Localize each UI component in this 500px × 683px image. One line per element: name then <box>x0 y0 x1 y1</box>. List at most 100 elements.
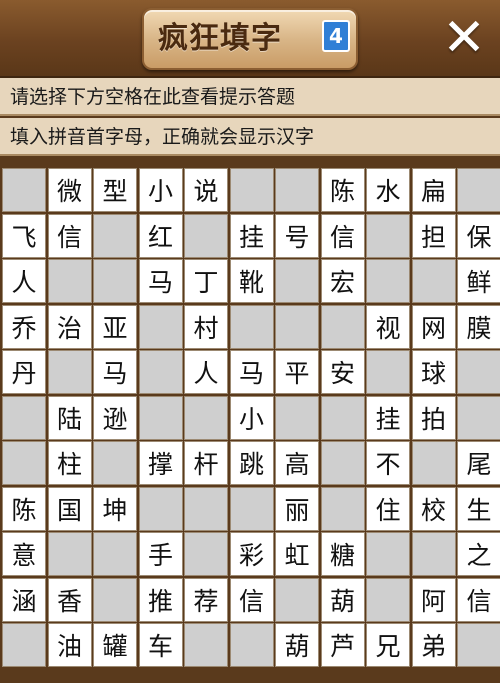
grid-cell-filled[interactable]: 视 <box>366 304 410 349</box>
grid-cell-blank[interactable] <box>47 532 92 576</box>
grid-cell-filled[interactable]: 微 <box>47 168 92 212</box>
grid-cell-filled[interactable]: 校 <box>411 486 456 531</box>
grid-cell-blank[interactable] <box>411 441 456 485</box>
grid-cell-filled[interactable]: 丽 <box>275 486 319 531</box>
grid-cell-filled[interactable]: 马 <box>229 350 274 394</box>
grid-cell-blank[interactable] <box>457 350 500 394</box>
grid-cell-blank[interactable] <box>2 623 46 667</box>
grid-cell-blank[interactable] <box>93 532 137 576</box>
grid-cell-filled[interactable]: 网 <box>411 304 456 349</box>
grid-cell-filled[interactable]: 信 <box>47 213 92 258</box>
close-icon[interactable]: ✕ <box>442 8 486 68</box>
grid-cell-filled[interactable]: 涵 <box>2 577 46 622</box>
grid-cell-blank[interactable] <box>138 486 183 531</box>
grid-cell-filled[interactable]: 水 <box>366 168 410 212</box>
grid-cell-filled[interactable]: 人 <box>2 259 46 303</box>
grid-cell-blank[interactable] <box>275 577 319 622</box>
grid-cell-blank[interactable] <box>2 395 46 440</box>
grid-cell-filled[interactable]: 芦 <box>320 623 365 667</box>
grid-cell-filled[interactable]: 信 <box>229 577 274 622</box>
grid-cell-filled[interactable]: 乔 <box>2 304 46 349</box>
grid-cell-blank[interactable] <box>93 259 137 303</box>
grid-cell-blank[interactable] <box>138 304 183 349</box>
grid-cell-blank[interactable] <box>138 395 183 440</box>
grid-cell-filled[interactable]: 罐 <box>93 623 137 667</box>
grid-cell-filled[interactable]: 人 <box>184 350 228 394</box>
grid-cell-blank[interactable] <box>93 441 137 485</box>
grid-cell-blank[interactable] <box>366 213 410 258</box>
grid-cell-filled[interactable]: 担 <box>411 213 456 258</box>
grid-cell-filled[interactable]: 安 <box>320 350 365 394</box>
grid-cell-blank[interactable] <box>411 259 456 303</box>
close-button[interactable]: ✕ <box>436 10 492 66</box>
grid-cell-filled[interactable]: 陈 <box>320 168 365 212</box>
grid-cell-filled[interactable]: 扁 <box>411 168 456 212</box>
grid-cell-filled[interactable]: 膜 <box>457 304 500 349</box>
grid-cell-filled[interactable]: 荐 <box>184 577 228 622</box>
grid-cell-blank[interactable] <box>366 532 410 576</box>
grid-cell-blank[interactable] <box>2 168 46 212</box>
grid-cell-filled[interactable]: 靴 <box>229 259 274 303</box>
grid-cell-blank[interactable] <box>47 350 92 394</box>
grid-cell-filled[interactable]: 生 <box>457 486 500 531</box>
grid-cell-filled[interactable]: 杆 <box>184 441 228 485</box>
grid-cell-blank[interactable] <box>320 486 365 531</box>
grid-cell-filled[interactable]: 意 <box>2 532 46 576</box>
grid-cell-filled[interactable]: 之 <box>457 532 500 576</box>
grid-cell-blank[interactable] <box>275 304 319 349</box>
grid-cell-blank[interactable] <box>457 395 500 440</box>
grid-cell-blank[interactable] <box>184 213 228 258</box>
grid-cell-filled[interactable]: 挂 <box>366 395 410 440</box>
grid-cell-filled[interactable]: 型 <box>93 168 137 212</box>
grid-cell-blank[interactable] <box>320 395 365 440</box>
grid-cell-blank[interactable] <box>411 532 456 576</box>
grid-cell-filled[interactable]: 宏 <box>320 259 365 303</box>
grid-cell-filled[interactable]: 坤 <box>93 486 137 531</box>
grid-cell-blank[interactable] <box>184 395 228 440</box>
grid-cell-blank[interactable] <box>229 168 274 212</box>
grid-cell-filled[interactable]: 鲜 <box>457 259 500 303</box>
grid-cell-filled[interactable]: 信 <box>320 213 365 258</box>
grid-cell-filled[interactable]: 尾 <box>457 441 500 485</box>
grid-cell-blank[interactable] <box>275 168 319 212</box>
grid-cell-filled[interactable]: 平 <box>275 350 319 394</box>
grid-cell-filled[interactable]: 高 <box>275 441 319 485</box>
grid-cell-blank[interactable] <box>93 577 137 622</box>
grid-cell-blank[interactable] <box>366 350 410 394</box>
grid-cell-filled[interactable]: 逊 <box>93 395 137 440</box>
grid-cell-filled[interactable]: 彩 <box>229 532 274 576</box>
grid-cell-filled[interactable]: 陆 <box>47 395 92 440</box>
grid-cell-filled[interactable]: 保 <box>457 213 500 258</box>
grid-cell-filled[interactable]: 号 <box>275 213 319 258</box>
grid-cell-filled[interactable]: 住 <box>366 486 410 531</box>
grid-cell-blank[interactable] <box>138 350 183 394</box>
grid-cell-blank[interactable] <box>184 532 228 576</box>
grid-cell-filled[interactable]: 信 <box>457 577 500 622</box>
grid-cell-filled[interactable]: 车 <box>138 623 183 667</box>
grid-cell-filled[interactable]: 飞 <box>2 213 46 258</box>
grid-cell-filled[interactable]: 手 <box>138 532 183 576</box>
grid-cell-filled[interactable]: 油 <box>47 623 92 667</box>
grid-cell-filled[interactable]: 陈 <box>2 486 46 531</box>
grid-cell-filled[interactable]: 葫 <box>275 623 319 667</box>
grid-cell-filled[interactable]: 推 <box>138 577 183 622</box>
grid-cell-filled[interactable]: 丹 <box>2 350 46 394</box>
grid-cell-filled[interactable]: 球 <box>411 350 456 394</box>
grid-cell-blank[interactable] <box>184 623 228 667</box>
grid-cell-filled[interactable]: 小 <box>229 395 274 440</box>
grid-cell-filled[interactable]: 丁 <box>184 259 228 303</box>
grid-cell-filled[interactable]: 亚 <box>93 304 137 349</box>
grid-cell-filled[interactable]: 国 <box>47 486 92 531</box>
grid-cell-filled[interactable]: 村 <box>184 304 228 349</box>
grid-cell-filled[interactable]: 治 <box>47 304 92 349</box>
grid-cell-blank[interactable] <box>320 304 365 349</box>
grid-cell-blank[interactable] <box>457 168 500 212</box>
grid-cell-filled[interactable]: 阿 <box>411 577 456 622</box>
grid-cell-blank[interactable] <box>366 259 410 303</box>
grid-cell-filled[interactable]: 说 <box>184 168 228 212</box>
grid-cell-filled[interactable]: 兄 <box>366 623 410 667</box>
grid-cell-blank[interactable] <box>184 486 228 531</box>
grid-cell-blank[interactable] <box>275 395 319 440</box>
grid-cell-filled[interactable]: 挂 <box>229 213 274 258</box>
grid-cell-filled[interactable]: 香 <box>47 577 92 622</box>
